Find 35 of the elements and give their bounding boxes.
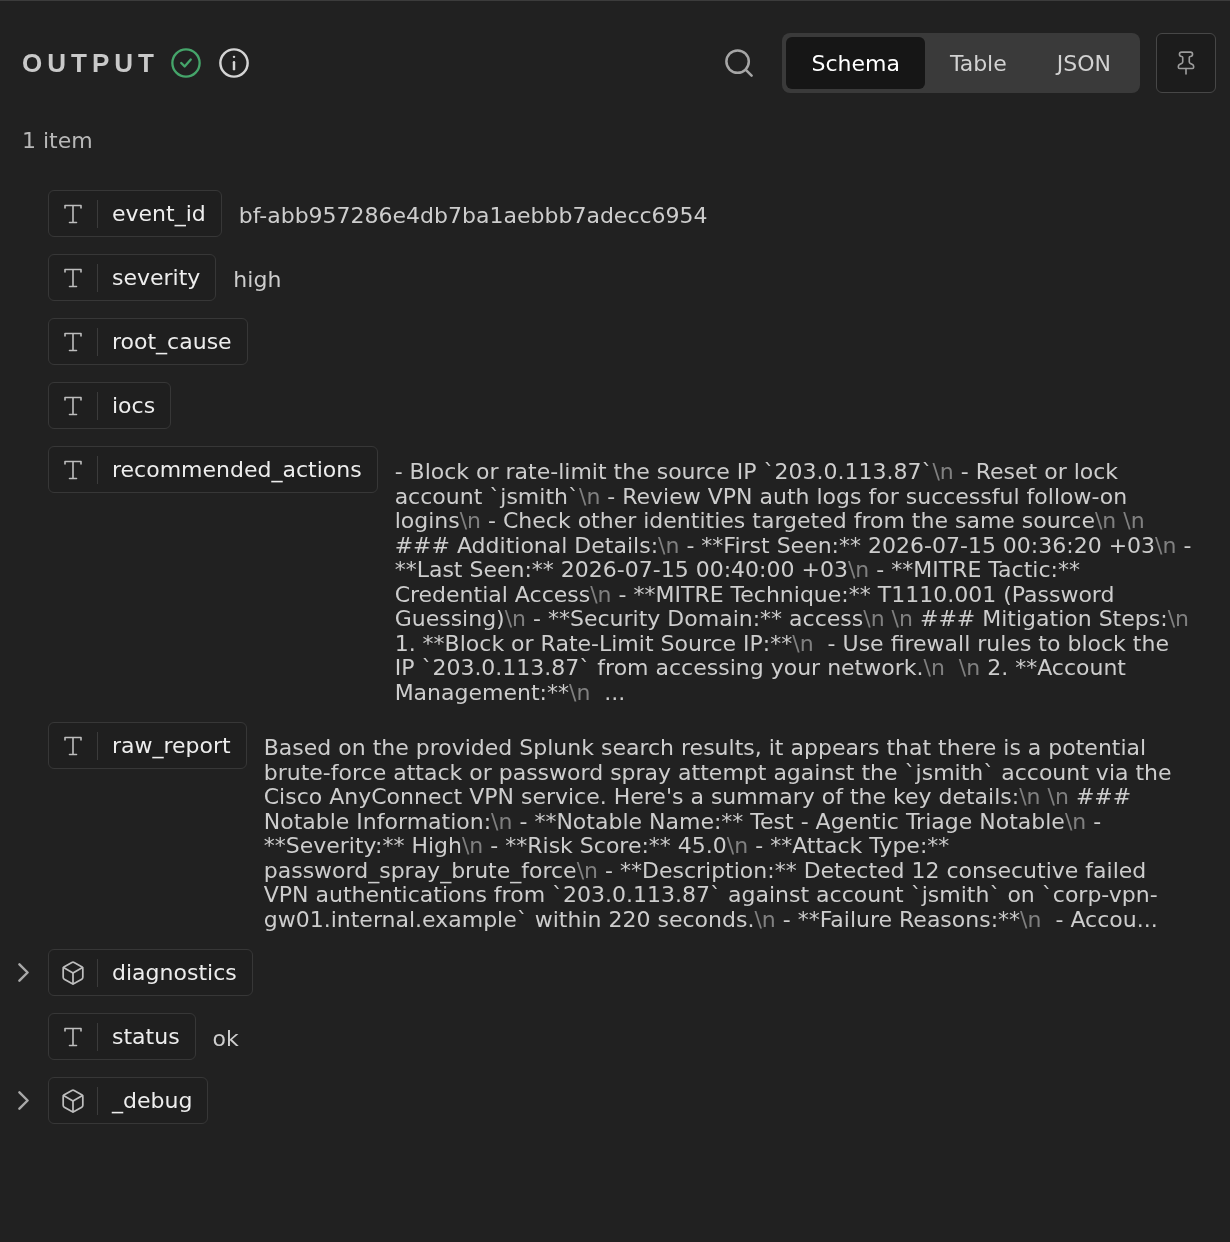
view-tab[interactable]: Schema (786, 37, 925, 89)
field-value: ok (212, 1025, 239, 1052)
check-circle-icon (170, 48, 201, 78)
field-chip[interactable]: _debug (48, 1077, 209, 1124)
t-type-icon (63, 266, 83, 289)
field-value: Based on the provided Splunk search results, it appears that there is a potential brute-force attack or password spray attempt against the `jsmith` account via the Cisco AnyConnect VPN service. Here's a summary of the key details:\n \n ### Notable Information:\n - **Notable Name:** Test - Agentic Triage Notable\n - **Severity:** High\n - **Risk Score:** 45.0\n - **Attack Type:** password_spray_brute_force\n - **Description:** Detected 12 consecutive failed VPN authentications from `203.0.113.87` against account `jsmith` on `corp-vpn-gw01.internal.example` within 220 seconds.\n - **Failure Reasons:**\n - Accou... (263, 734, 1173, 932)
search-icon[interactable] (725, 49, 754, 77)
field-value: high (233, 266, 282, 293)
chevron-right-icon[interactable] (18, 963, 29, 982)
field-chip[interactable]: root_cause (48, 318, 248, 365)
view-tab[interactable]: Table (924, 37, 1032, 89)
field-chip[interactable]: severity (48, 254, 217, 301)
chevron-right-icon[interactable] (18, 1091, 29, 1110)
pin-icon (1177, 51, 1195, 75)
panel-title: OUTPUT (22, 47, 159, 79)
t-type-icon (63, 1025, 83, 1048)
field-chip[interactable]: iocs (48, 382, 172, 429)
field-chip[interactable]: raw_report (48, 722, 247, 769)
item-count: 1 item (22, 128, 93, 154)
cube-icon (62, 1088, 84, 1113)
info-icon[interactable] (218, 48, 249, 78)
cube-icon (62, 960, 84, 985)
field-value: bf-abb957286e4db7ba1aebbb7adecc6954 (238, 202, 708, 229)
t-type-icon (63, 202, 83, 225)
field-chip[interactable]: recommended_actions (48, 446, 378, 493)
field-chip[interactable]: status (48, 1013, 196, 1060)
field-chip[interactable]: diagnostics (48, 949, 253, 996)
pin-button[interactable] (1156, 33, 1216, 93)
field-value: - Block or rate-limit the source IP `203.0.113.87`\n - Reset or lock account `jsmith`\n - Review VPN auth logs for successful follow-on logins\n - Check other identities targeted from the same source\n \n ### Additional Details:\n - **First Seen:** 2026-07-15 00:36:20 +03\n - **Last Seen:** 2026-07-15 00:40:00 +03\n - **MITRE Tactic:** Credential Access\n - **MITRE Technique:** T1110.001 (Password Guessing)\n - **Security Domain:** access\n \n ### Mitigation Steps:\n 1. **Block or Rate-Limit Source IP:**\n - Use firewall rules to block the IP `203.0.113.87` from accessing your network.\n \n 2. **Account Management:**\n ... (394, 458, 1192, 705)
field-chip[interactable]: event_id (48, 190, 222, 237)
t-type-icon (63, 458, 83, 481)
t-type-icon (63, 734, 83, 757)
view-tab[interactable]: JSON (1031, 37, 1136, 89)
t-type-icon (63, 394, 83, 417)
t-type-icon (63, 330, 83, 353)
